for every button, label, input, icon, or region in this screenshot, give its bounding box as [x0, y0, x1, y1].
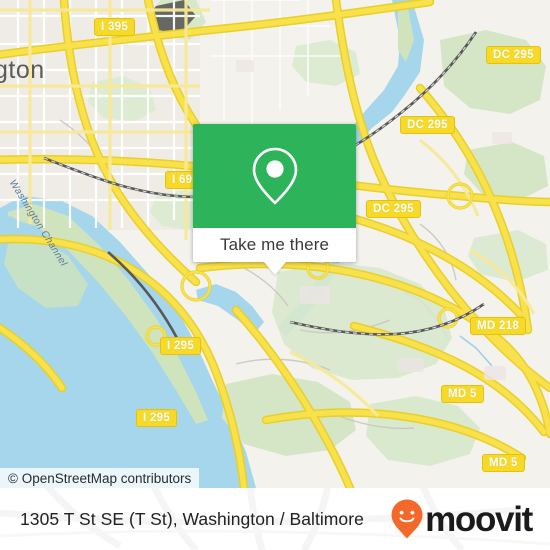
screenshot-root: gton Washington Channel I 395 DC 295 DC … — [0, 0, 550, 550]
map-pin-icon — [252, 147, 297, 205]
map-shield-dc295-2[interactable]: DC 295 — [400, 116, 455, 134]
map-shield-i395[interactable]: I 395 — [94, 18, 136, 36]
map-shield-dc295-3[interactable]: DC 295 — [366, 200, 421, 218]
take-me-there-label: Take me there — [219, 235, 330, 254]
card-icon-panel — [193, 124, 356, 228]
map-shield-md218[interactable]: MD 218 — [470, 317, 527, 335]
address-label: 1305 T St SE (T St), Washington / Baltim… — [20, 508, 364, 529]
moovit-wordmark: moovit — [425, 499, 533, 539]
osm-attribution[interactable]: © OpenStreetMap contributors — [0, 468, 200, 488]
map-shield-i295-1[interactable]: I 295 — [160, 337, 202, 355]
location-callout-card[interactable]: Take me there — [193, 124, 356, 275]
moovit-pin-icon — [391, 499, 423, 539]
moovit-logo[interactable]: moovit — [390, 498, 533, 540]
map-shield-i295-2[interactable]: I 295 — [136, 409, 178, 427]
map-shield-dc295-1[interactable]: DC 295 — [486, 46, 541, 64]
map-shield-md5-2[interactable]: MD 5 — [482, 454, 525, 472]
take-me-there-button[interactable]: Take me there — [193, 228, 356, 275]
map-shield-md5-1[interactable]: MD 5 — [441, 385, 484, 403]
map-label-city: gton — [0, 56, 45, 84]
footer-bar: 1305 T St SE (T St), Washington / Baltim… — [0, 488, 550, 550]
card-pointer-tail — [263, 262, 286, 275]
map-canvas[interactable]: gton Washington Channel I 395 DC 295 DC … — [0, 0, 550, 488]
